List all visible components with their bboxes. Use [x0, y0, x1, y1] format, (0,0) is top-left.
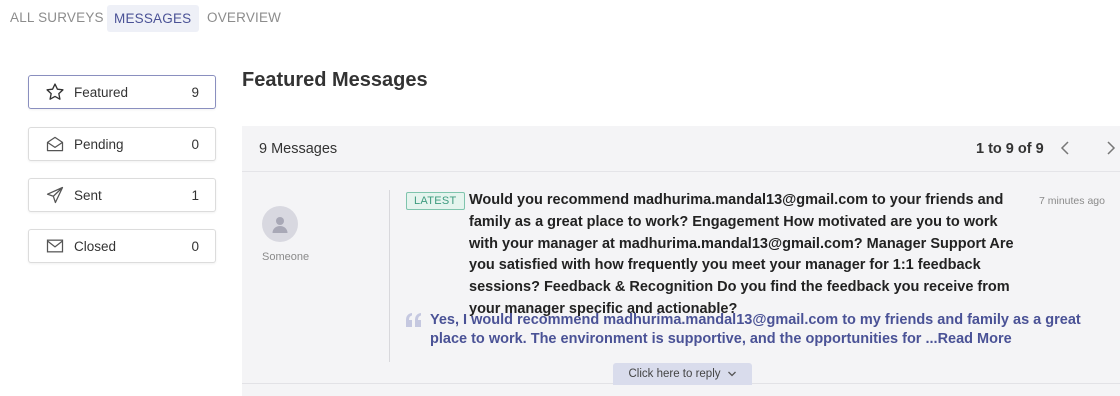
message-answer: Yes, I would recommend madhurima.mandal1… — [430, 311, 1100, 348]
message-question: Would you recommend madhurima.mandal13@g… — [469, 192, 1014, 317]
sidebar-item-count: 9 — [191, 84, 199, 100]
author-name: Someone — [262, 251, 310, 263]
latest-badge: LATEST — [406, 192, 465, 210]
tab-all-surveys[interactable]: ALL SURVEYS — [10, 10, 104, 25]
pagination-label: 1 to 9 of 9 — [976, 141, 1044, 157]
read-more-link[interactable]: ...Read More — [925, 331, 1011, 347]
sidebar-item-sent[interactable]: Sent 1 — [28, 178, 216, 212]
star-icon — [45, 82, 65, 102]
messages-header: 9 Messages 1 to 9 of 9 — [242, 126, 1120, 172]
envelope-open-icon — [45, 134, 65, 154]
avatar — [262, 206, 298, 242]
page-title: Featured Messages — [242, 69, 428, 91]
quote-icon — [405, 312, 423, 328]
sidebar-item-label: Closed — [74, 238, 117, 254]
user-icon — [272, 217, 288, 233]
reply-button-label: Click here to reply — [628, 368, 721, 380]
chevron-left-icon[interactable] — [1058, 139, 1072, 157]
tab-messages[interactable]: MESSAGES — [107, 5, 200, 32]
sidebar-item-label: Featured — [74, 84, 129, 100]
sidebar-item-label: Sent — [74, 187, 102, 203]
sidebar-item-label: Pending — [74, 136, 124, 152]
sidebar-item-count: 0 — [191, 238, 199, 254]
sidebar-item-pending[interactable]: Pending 0 — [28, 127, 216, 161]
message-count: 9 Messages — [259, 141, 338, 157]
sidebar-item-closed[interactable]: Closed 0 — [28, 229, 216, 263]
reply-button[interactable]: Click here to reply — [613, 363, 752, 385]
divider — [389, 190, 390, 362]
sidebar-item-featured[interactable]: Featured 9 — [28, 75, 216, 109]
chevron-right-icon[interactable] — [1104, 139, 1118, 157]
sidebar-item-count: 1 — [191, 187, 199, 203]
envelope-icon — [45, 236, 65, 256]
paper-plane-icon — [45, 185, 65, 205]
tab-overview[interactable]: OVERVIEW — [207, 10, 281, 25]
message-timestamp: 7 minutes ago — [1039, 195, 1105, 207]
chevron-down-icon — [727, 371, 736, 377]
sidebar-item-count: 0 — [191, 136, 199, 152]
